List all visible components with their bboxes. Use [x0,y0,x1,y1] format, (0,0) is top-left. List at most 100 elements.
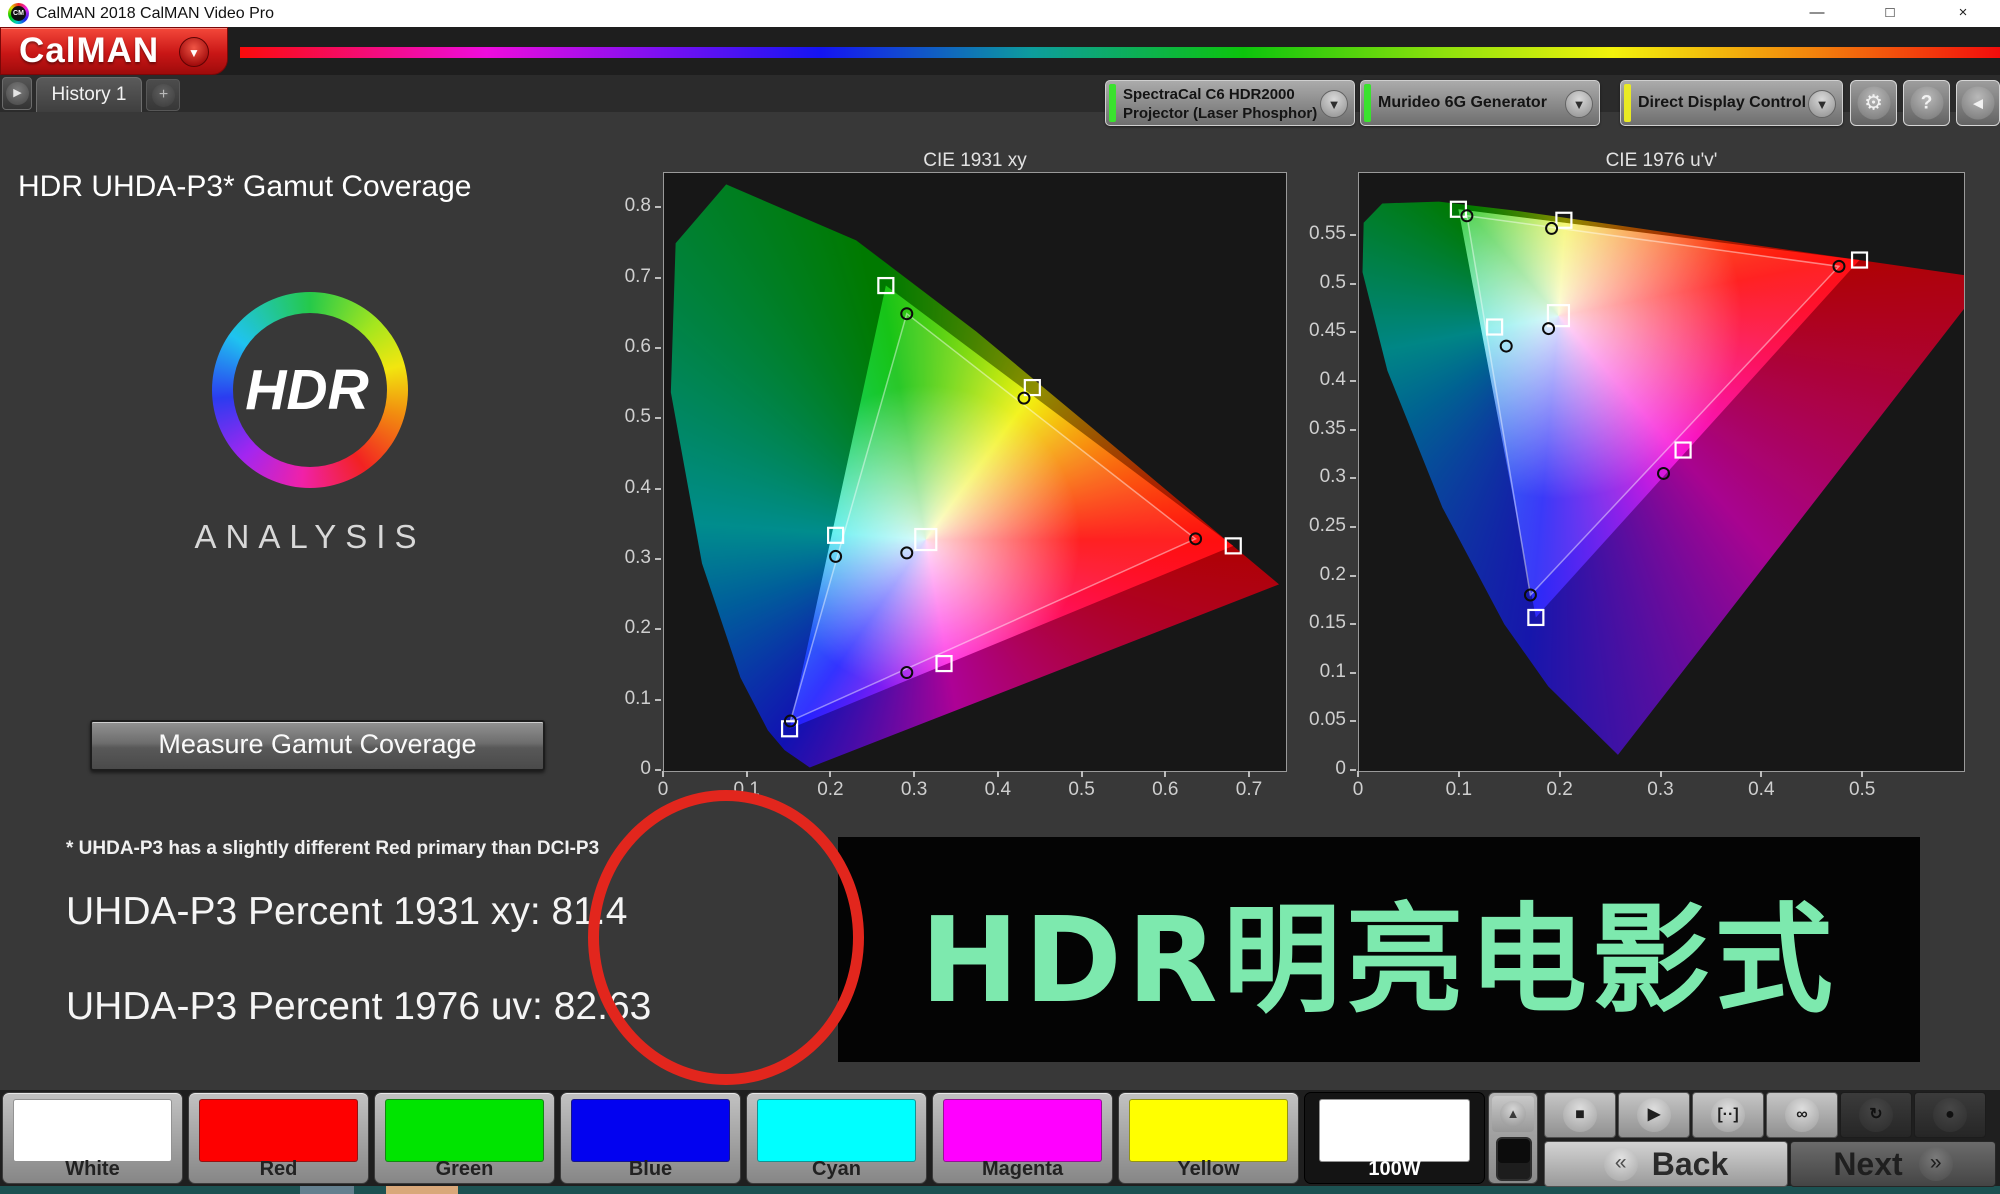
play-icon: ▶ [1637,1098,1671,1132]
add-tab-button[interactable]: + [146,79,180,111]
patch-button-green[interactable]: Green [374,1092,555,1184]
patch-button-magenta[interactable]: Magenta [932,1092,1113,1184]
display-status-indicator [1624,84,1631,122]
patch-label: Blue [561,1158,740,1181]
patch-button-100w[interactable]: 100W [1304,1092,1485,1184]
meter-dropdown[interactable]: SpectraCal C6 HDR2000Projector (Laser Ph… [1105,80,1355,126]
x-tick-label: 0.4 [968,779,1028,801]
patch-swatch [1129,1099,1288,1162]
record-icon: ● [1933,1098,1967,1132]
target-marker [1451,202,1466,217]
back-button[interactable]: « Back [1544,1141,1788,1187]
x-tick-label: 0.5 [1832,779,1892,801]
chevron-down-icon[interactable]: ▼ [1320,90,1348,118]
y-tick-mark [655,277,661,279]
x-tick-mark [1861,771,1863,777]
close-button[interactable]: × [1941,0,1985,27]
y-tick-label: 0.1 [605,688,651,710]
chevron-double-left-icon: « [1604,1147,1638,1181]
loop-button[interactable]: ↻ [1840,1092,1912,1138]
y-tick-mark [655,417,661,419]
patch-swatch [13,1099,172,1162]
y-tick-mark [655,206,661,208]
patch-swatch [1319,1099,1470,1162]
play-button[interactable]: ▶ [1618,1092,1690,1138]
settings-button[interactable]: ⚙ [1850,80,1897,126]
annotation-circle [588,790,864,1085]
x-tick-label: 0.3 [884,779,944,801]
pattern-options-panel: ▲ [1488,1092,1538,1184]
chevron-down-icon[interactable]: ▼ [1565,90,1593,118]
maximize-button[interactable]: □ [1868,0,1912,27]
x-tick-mark [829,771,831,777]
x-tick-label: 0.2 [1530,779,1590,801]
generator-dropdown[interactable]: Murideo 6G Generator ▼ [1360,80,1600,126]
cie-1931-chart: CIE 1931 xy 00.10.20.30.40.50.60.700.10.… [663,172,1287,772]
measure-gamut-coverage-button[interactable]: Measure Gamut Coverage [90,720,545,771]
generator-label: Murideo 6G Generator [1378,81,1547,125]
collapse-panel-button[interactable]: ◀ [1956,80,2000,126]
x-tick-mark [997,771,999,777]
y-tick-mark [1350,720,1356,722]
stop-button[interactable]: ■ [1544,1092,1616,1138]
pattern-up-button[interactable]: ▲ [1492,1096,1534,1132]
y-tick-label: 0.05 [1300,709,1346,731]
next-button[interactable]: Next » [1790,1141,1996,1187]
target-marker [878,278,893,293]
x-tick-mark [1081,771,1083,777]
marker-svg [664,173,1286,771]
x-tick-label: 0.7 [1219,779,1279,801]
taskbar-icon-fragment [386,1186,458,1194]
calman-logo-text: CalMAN [19,31,159,71]
chart-plot-area [1358,172,1965,772]
marker-svg [1359,173,1964,771]
target-marker [1528,610,1543,625]
tab-history-1[interactable]: History 1 [36,77,142,112]
x-tick-label: 0.6 [1135,779,1195,801]
y-tick-mark [1350,672,1356,674]
pattern-window-toggle[interactable] [1496,1137,1532,1181]
chevron-right-icon: ▶ [6,82,29,105]
patch-button-white[interactable]: White [2,1092,183,1184]
workflow-nav-button[interactable]: ▶ [2,77,32,110]
meter-status-indicator [1109,84,1116,122]
patch-swatch [385,1099,544,1162]
continuous-button[interactable]: ∞ [1766,1092,1838,1138]
back-label: Back [1652,1146,1729,1183]
patch-button-yellow[interactable]: Yellow [1118,1092,1299,1184]
patch-button-blue[interactable]: Blue [560,1092,741,1184]
y-tick-label: 0.2 [1300,564,1346,586]
y-tick-label: 0.15 [1300,612,1346,634]
display-control-dropdown[interactable]: Direct Display Control ▼ [1620,80,1843,126]
y-tick-label: 0.1 [1300,661,1346,683]
patch-button-cyan[interactable]: Cyan [746,1092,927,1184]
x-tick-mark [1660,771,1662,777]
next-label: Next [1833,1146,1902,1183]
chevron-down-icon[interactable]: ▼ [1808,90,1836,118]
measured-marker [1658,468,1669,479]
x-tick-label: 0.1 [1429,779,1489,801]
calman-window: CM CalMAN 2018 CalMAN Video Pro — □ × Ca… [0,0,2000,1194]
patch-label: Cyan [747,1158,926,1181]
y-tick-mark [1350,283,1356,285]
minimize-button[interactable]: — [1795,0,1839,27]
chevron-double-right-icon: » [1919,1147,1953,1181]
meter-label: SpectraCal C6 HDR2000Projector (Laser Ph… [1123,85,1317,123]
x-tick-mark [746,771,748,777]
patch-button-red[interactable]: Red [188,1092,369,1184]
x-tick-label: 0.4 [1731,779,1791,801]
x-tick-label: 0 [1328,779,1388,801]
calman-menu-button[interactable]: CalMAN ▼ [0,27,228,75]
chart-title: CIE 1976 u'v' [1358,150,1965,172]
calman-menu-dropdown-icon[interactable]: ▼ [179,37,209,67]
x-tick-mark [1458,771,1460,777]
continuous-icon: ∞ [1785,1098,1819,1132]
frame-step-button[interactable]: [··] [1692,1092,1764,1138]
loop-icon: ↻ [1859,1098,1893,1132]
gear-icon: ⚙ [1857,87,1890,120]
y-tick-label: 0.8 [605,195,651,217]
help-button[interactable]: ? [1903,80,1950,126]
patch-swatch [199,1099,358,1162]
y-tick-mark [655,558,661,560]
record-button[interactable]: ● [1914,1092,1986,1138]
